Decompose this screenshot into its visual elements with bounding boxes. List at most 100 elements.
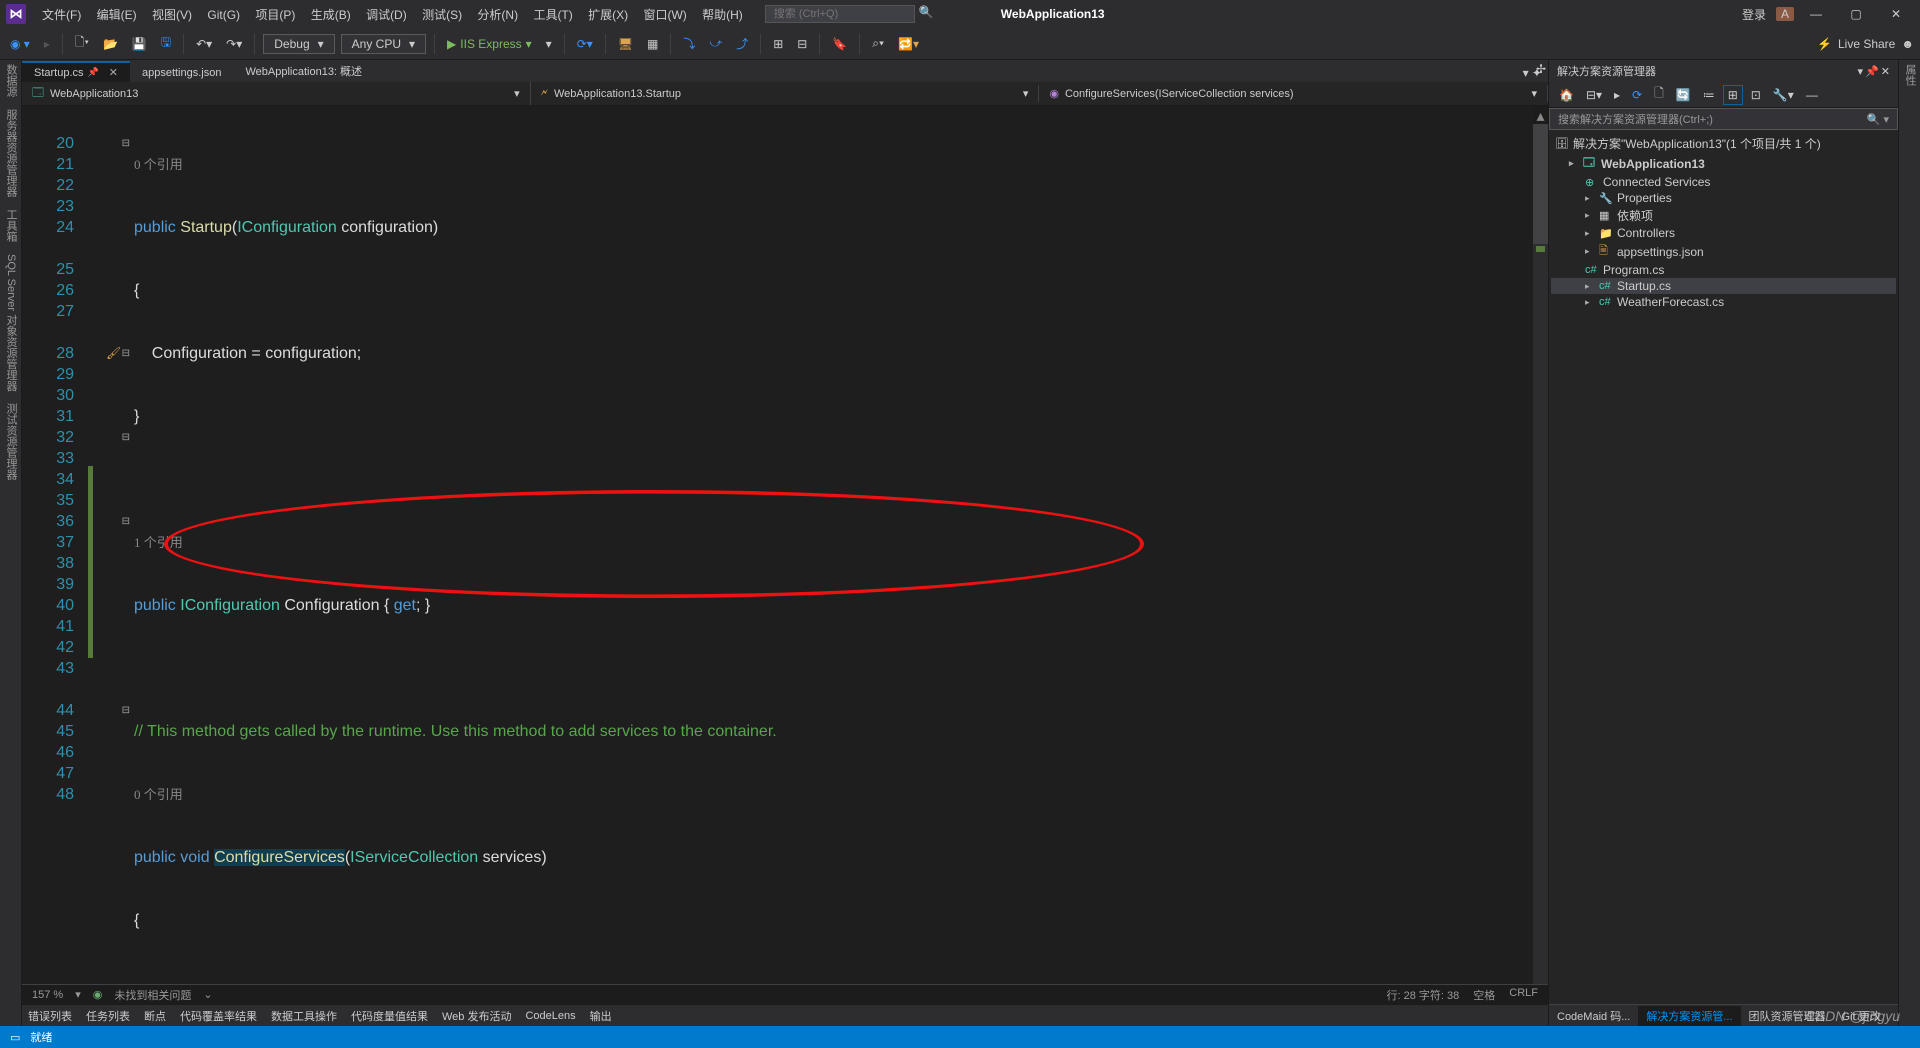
- refresh-button[interactable]: ⟳▾: [573, 35, 597, 53]
- tab-overview[interactable]: WebApplication13: 概述: [233, 58, 374, 82]
- tab-task-list[interactable]: 任务列表: [86, 1008, 130, 1024]
- close-tab-icon[interactable]: ✕: [109, 66, 118, 79]
- weatherforecast-file[interactable]: ▸c#WeatherForecast.cs: [1551, 294, 1896, 310]
- startup-file[interactable]: ▸c#Startup.cs: [1551, 278, 1896, 294]
- menu-view[interactable]: 视图(V): [146, 8, 198, 22]
- rail-server-explorer[interactable]: 服务器资源管理器: [2, 109, 19, 197]
- quickfix-icon[interactable]: 🖌: [106, 343, 121, 364]
- menu-window[interactable]: 窗口(W): [637, 8, 692, 22]
- code-content[interactable]: 0 个引用 public Startup(IConfiguration conf…: [134, 106, 1548, 984]
- program-file[interactable]: c#Program.cs: [1551, 262, 1896, 278]
- redo-button[interactable]: ↷▾: [222, 35, 246, 53]
- panel-close-button[interactable]: ✕: [1881, 65, 1890, 78]
- code-editor[interactable]: 2021222324 252627 2829303132333435363738…: [22, 106, 1548, 984]
- rail-properties[interactable]: 属性: [1904, 64, 1916, 86]
- menu-file[interactable]: 文件(F): [36, 8, 87, 22]
- wrench-button[interactable]: 🔧▾: [1769, 86, 1798, 104]
- connected-services[interactable]: ⊕Connected Services: [1551, 174, 1896, 190]
- controllers-folder[interactable]: ▸📁Controllers: [1551, 225, 1896, 241]
- fold-icon[interactable]: ⊟: [122, 343, 130, 364]
- tab-codemaid[interactable]: CodeMaid 码...: [1549, 1006, 1638, 1026]
- nav-back-button[interactable]: ◉ ▾: [6, 35, 34, 53]
- show-all-button[interactable]: 🗋: [1650, 82, 1668, 107]
- step-over-button[interactable]: ⤻: [705, 34, 726, 53]
- project-node[interactable]: ▸🗔WebApplication13: [1551, 153, 1896, 174]
- step-into-button[interactable]: ⤵: [679, 33, 699, 54]
- tab-data-tools[interactable]: 数据工具操作: [271, 1008, 337, 1024]
- rail-test-explorer[interactable]: 测试资源管理器: [2, 403, 19, 480]
- stop-button[interactable]: ▦: [643, 35, 662, 53]
- menu-git[interactable]: Git(G): [201, 8, 246, 22]
- step-out-button[interactable]: ⤴: [732, 33, 752, 54]
- tab-coverage[interactable]: 代码覆盖率结果: [180, 1008, 257, 1024]
- live-share-button[interactable]: Live Share: [1838, 37, 1895, 51]
- nav-method-dropdown[interactable]: ◉ConfigureServices(IServiceCollection se…: [1039, 85, 1548, 102]
- user-avatar-icon[interactable]: A: [1776, 7, 1794, 21]
- feedback-icon[interactable]: ☻: [1901, 37, 1914, 51]
- zoom-level[interactable]: 157 %: [32, 989, 63, 1001]
- dependencies-node[interactable]: ▸▦依赖项: [1551, 206, 1896, 225]
- tab-web-publish[interactable]: Web 发布活动: [442, 1008, 511, 1024]
- open-file-button[interactable]: 📂: [99, 35, 122, 53]
- scroll-up-button[interactable]: ▴: [1533, 106, 1548, 124]
- panel-pin-button[interactable]: 📌: [1865, 65, 1879, 78]
- rail-toolbox[interactable]: 工具箱: [2, 209, 19, 242]
- comment-button[interactable]: ⊞: [769, 35, 787, 53]
- back-button[interactable]: ▸: [1610, 86, 1624, 104]
- menu-test[interactable]: 测试(S): [416, 8, 468, 22]
- nav-fwd-button[interactable]: ▸: [40, 35, 54, 53]
- menu-tools[interactable]: 工具(T): [527, 8, 578, 22]
- menu-debug[interactable]: 调试(D): [360, 8, 413, 22]
- menu-edit[interactable]: 编辑(E): [91, 8, 143, 22]
- codelens-refs[interactable]: 1 个引用: [134, 532, 1548, 553]
- save-all-button[interactable]: 🖫: [157, 31, 175, 56]
- menu-project[interactable]: 项目(P): [249, 8, 301, 22]
- tab-metrics[interactable]: 代码度量值结果: [351, 1008, 428, 1024]
- tab-error-list[interactable]: 错误列表: [28, 1008, 72, 1024]
- codelens-refs[interactable]: 0 个引用: [134, 784, 1548, 805]
- bookmark-button[interactable]: 🔖: [828, 35, 851, 53]
- search-icon[interactable]: 🔍: [919, 5, 941, 23]
- rail-sqlserver[interactable]: SQL Server 对象资源管理器: [2, 254, 19, 391]
- nav-class-dropdown[interactable]: 🗲WebApplication13.Startup▾: [531, 85, 1040, 102]
- uncomment-button[interactable]: ⊟: [793, 35, 811, 53]
- fold-icon[interactable]: ⊟: [122, 511, 130, 532]
- browser-link-button[interactable]: 🖥: [614, 35, 637, 53]
- view-button[interactable]: ⊞: [1723, 85, 1743, 105]
- menu-build[interactable]: 生成(B): [305, 8, 357, 22]
- tab-breakpoints[interactable]: 断点: [144, 1008, 166, 1024]
- solution-root[interactable]: 🗄解决方案"WebApplication13"(1 个项目/共 1 个): [1551, 134, 1896, 153]
- save-button[interactable]: 💾: [128, 35, 151, 53]
- tab-startup[interactable]: Startup.cs 📌 ✕: [22, 61, 130, 82]
- eol-mode[interactable]: CRLF: [1509, 987, 1538, 1003]
- fold-icon[interactable]: ⊟: [122, 427, 130, 448]
- run-split-button[interactable]: ▾: [542, 35, 556, 53]
- new-file-button[interactable]: 🗋▾: [71, 31, 93, 56]
- run-button[interactable]: ▶ IIS Express ▾: [443, 35, 536, 53]
- nav-project-dropdown[interactable]: 🗔WebApplication13▾: [22, 82, 531, 105]
- maximize-button[interactable]: ▢: [1838, 7, 1874, 21]
- split-editor-button[interactable]: ✢: [1536, 62, 1546, 76]
- find-button[interactable]: ⌕▾: [868, 34, 888, 53]
- platform-dropdown[interactable]: Any CPU▾: [341, 34, 426, 54]
- quick-search-input[interactable]: [765, 5, 915, 23]
- menu-analyze[interactable]: 分析(N): [471, 8, 524, 22]
- panel-options-button[interactable]: ▾: [1858, 65, 1864, 78]
- fold-icon[interactable]: ⊟: [122, 133, 130, 154]
- menu-help[interactable]: 帮助(H): [696, 8, 749, 22]
- tab-solution-explorer[interactable]: 解决方案资源管...: [1638, 1006, 1740, 1026]
- pin-icon[interactable]: 📌: [88, 67, 99, 78]
- appsettings-file[interactable]: ▸🗎appsettings.json: [1551, 241, 1896, 262]
- config-dropdown[interactable]: Debug▾: [263, 34, 334, 54]
- tab-output[interactable]: 输出: [590, 1008, 612, 1024]
- collapse-button[interactable]: ⊟▾: [1582, 86, 1606, 104]
- live-share-icon[interactable]: ⚡: [1817, 37, 1832, 51]
- tab-codelens[interactable]: CodeLens: [525, 1010, 575, 1022]
- filter-button[interactable]: —: [1802, 86, 1822, 104]
- scrollbar-thumb[interactable]: [1533, 124, 1548, 244]
- fold-icon[interactable]: ⊟: [122, 700, 130, 721]
- properties-button[interactable]: ≔: [1699, 86, 1719, 104]
- preview-button[interactable]: ⊡: [1747, 86, 1765, 104]
- vertical-scrollbar[interactable]: ▴: [1533, 106, 1548, 984]
- undo-button[interactable]: ↶▾: [192, 35, 216, 53]
